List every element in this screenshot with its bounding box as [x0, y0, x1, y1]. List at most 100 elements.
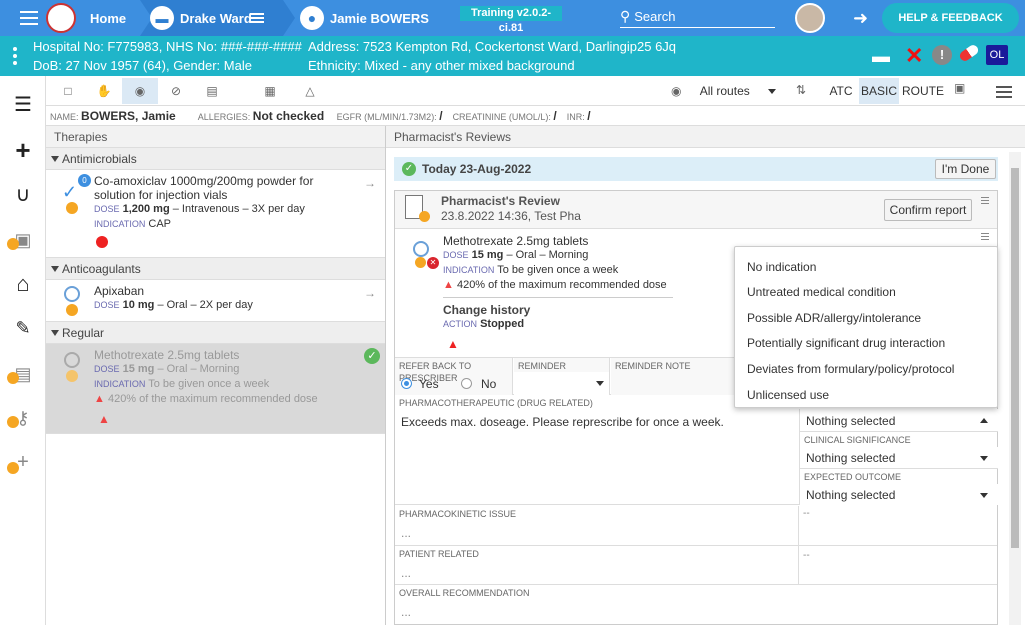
reminder-note-cell[interactable]: REMINDER NOTE — [611, 358, 735, 395]
version-badge: Training v2.0.2-ci.81 — [460, 6, 562, 34]
therapy-item[interactable]: Methotrexate 2.5mg tablets DOSE 15 mg – … — [46, 344, 385, 434]
route-button[interactable]: ROUTE — [901, 78, 945, 104]
patient-crumb[interactable]: Jamie BOWERS — [330, 0, 429, 36]
bed-status-icon[interactable]: ▬ — [872, 46, 890, 67]
review-dose: DOSE 15 mg – Oral – Morning — [443, 249, 588, 261]
document-icon[interactable]: ▤ — [194, 78, 230, 104]
plus-circle-icon[interactable]: + — [0, 442, 46, 482]
change-history-title: Change history — [443, 303, 531, 317]
search-box[interactable]: ⚲ Search — [620, 6, 775, 28]
menu-icon[interactable] — [20, 11, 38, 25]
therapies-panel: Therapies Antimicrobials ✓ 0 Co-amoxicla… — [46, 126, 386, 625]
expected-select[interactable]: Nothing selected — [800, 484, 998, 505]
expand-icon[interactable]: → — [364, 286, 376, 300]
action-value: Stopped — [480, 318, 525, 330]
no-pill-icon[interactable]: ⊘ — [158, 78, 194, 104]
pharmaco-right: Nothing selected CLINICAL SIGNIFICANCE N… — [799, 409, 998, 505]
home-crumb[interactable]: Home — [90, 0, 126, 36]
group-regular[interactable]: Regular — [46, 322, 385, 344]
option-deviates-formulary[interactable]: Deviates from formulary/policy/protocol — [747, 362, 954, 376]
sort-icon[interactable]: ⇅ — [796, 83, 806, 97]
group-antimicrobials[interactable]: Antimicrobials — [46, 148, 385, 170]
review-date: Today 23-Aug-2022 — [422, 162, 532, 176]
list-icon[interactable]: ☰ — [0, 84, 46, 124]
close-icon[interactable]: ✕ — [905, 43, 923, 69]
drug-dose: DOSE 1,200 mg – Intravenous – 3X per day — [94, 202, 385, 217]
issue-select[interactable]: Nothing selected — [800, 409, 998, 432]
routes-select[interactable]: ◉ All routes — [671, 80, 776, 102]
option-untreated-condition[interactable]: Untreated medical condition — [747, 285, 896, 299]
option-possible-adr[interactable]: Possible ADR/allergy/intolerance — [747, 311, 921, 325]
im-done-button[interactable]: I'm Done — [935, 159, 996, 179]
ward-label: Drake Ward — [180, 10, 252, 26]
check-icon: ✓ — [364, 348, 380, 364]
routes-label: All routes — [699, 84, 750, 98]
pills-icon[interactable]: ▣ — [954, 81, 965, 95]
yes-label: Yes — [419, 377, 439, 391]
banner-menu-icon[interactable] — [13, 47, 17, 65]
warning-icon: ▲ — [447, 337, 459, 351]
pharmaco-text[interactable]: Exceeds max. doseage. Please represcribe… — [401, 415, 793, 503]
pharmaco-label: PHARMACOTHERAPEUTIC (DRUG RELATED) — [399, 398, 593, 408]
atc-button[interactable]: ATC — [824, 78, 858, 104]
chart-view-icon[interactable]: □ — [50, 78, 86, 104]
menu-icon[interactable] — [981, 197, 989, 205]
stethoscope-icon[interactable]: ∪ — [0, 174, 46, 214]
app-logo-icon[interactable] — [46, 3, 76, 33]
warning-icon: ▲ — [94, 393, 105, 405]
yes-radio[interactable] — [401, 378, 412, 389]
therapy-item[interactable]: Apixaban DOSE 10 mg – Oral – 2X per day … — [46, 280, 385, 322]
or-section[interactable]: OVERALL RECOMMENDATION ... — [395, 585, 997, 624]
edit-icon[interactable]: ✎ — [0, 308, 46, 348]
check-circle-icon: ✓ — [402, 162, 416, 176]
warning-icon: ▲ — [98, 412, 110, 426]
pr-left[interactable]: PATIENT RELATED ... — [395, 546, 799, 584]
ward-crumb[interactable]: Drake Ward — [180, 0, 252, 36]
status-icon — [66, 370, 78, 382]
option-drug-interaction[interactable]: Potentially significant drug interaction — [747, 336, 945, 350]
therapy-item[interactable]: ✓ 0 Co-amoxiclav 1000mg/200mg powder for… — [46, 170, 385, 258]
pk-right: -- — [803, 508, 810, 519]
pk-left[interactable]: PHARMACOKINETIC ISSUE ... — [395, 506, 799, 545]
expand-icon[interactable]: → — [364, 176, 376, 190]
calendar-icon[interactable]: ▦ — [252, 78, 288, 104]
reminder-cell[interactable]: REMINDER — [514, 358, 610, 395]
clinical-select[interactable]: Nothing selected — [800, 447, 998, 469]
help-button[interactable]: HELP & FEEDBACK — [882, 3, 1019, 33]
add-icon[interactable]: + — [0, 130, 46, 170]
dose-value: 15 mg — [122, 363, 155, 375]
group-anticoagulants[interactable]: Anticoagulants — [46, 258, 385, 280]
logout-icon[interactable]: ➜ — [853, 8, 868, 29]
warning-text: 420% of the maximum recommended dose — [456, 279, 667, 291]
pk-label: PHARMACOKINETIC ISSUE — [399, 509, 517, 519]
confirm-report-button[interactable]: Confirm report — [884, 199, 972, 221]
lock-icon — [7, 462, 19, 474]
patient-label: Jamie BOWERS — [330, 10, 429, 26]
option-unlicensed-use[interactable]: Unlicensed use — [747, 388, 829, 402]
basic-button[interactable]: BASIC — [859, 78, 899, 104]
ol-badge[interactable]: OL — [986, 45, 1008, 65]
hamburger-icon[interactable] — [996, 86, 1012, 98]
alert-icon[interactable]: ! — [932, 45, 952, 65]
pill-icon[interactable] — [957, 43, 981, 63]
pill-icon — [64, 286, 80, 302]
menu-icon[interactable] — [981, 233, 989, 241]
eye-icon[interactable]: ◉ — [122, 78, 158, 104]
scrollbar[interactable] — [1009, 152, 1021, 625]
creatinine-label: CREATININE (UMOL/L): — [452, 112, 551, 122]
pk-section: PHARMACOKINETIC ISSUE ... -- — [395, 506, 997, 546]
reminder-select[interactable] — [514, 372, 609, 395]
hand-pill-icon[interactable]: ✋ — [86, 78, 122, 104]
chevron — [283, 0, 295, 36]
option-no-indication[interactable]: No indication — [747, 260, 816, 274]
reminder-note-label: REMINDER NOTE — [615, 361, 691, 371]
warning-icon[interactable]: △ — [292, 78, 328, 104]
no-radio[interactable] — [461, 378, 472, 389]
ward-menu-icon[interactable] — [250, 13, 264, 23]
home-icon[interactable]: ⌂ — [0, 264, 46, 304]
dose-label: DOSE — [94, 204, 120, 214]
indication-label: INDICATION — [94, 379, 146, 389]
avatar[interactable] — [795, 3, 825, 33]
pr-section: PATIENT RELATED ... -- — [395, 546, 997, 585]
dose-label: DOSE — [94, 364, 120, 374]
